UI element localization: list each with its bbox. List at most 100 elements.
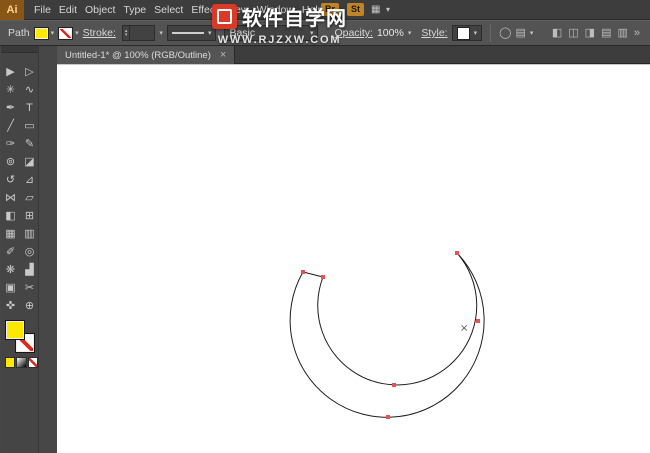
distribute-horizontal-icon[interactable]: ▤ xyxy=(601,27,611,39)
gradient-tool[interactable]: ▥ xyxy=(24,228,34,240)
style-swatch xyxy=(456,26,470,40)
menu-item-view[interactable]: View xyxy=(222,0,253,20)
selection-tool[interactable]: ▶ xyxy=(6,66,14,78)
options-dropdown-icon[interactable]: ▤ xyxy=(515,27,525,39)
crescent-path[interactable] xyxy=(289,252,485,418)
anchor-point[interactable] xyxy=(455,251,459,255)
more-controls-icon[interactable]: » xyxy=(634,27,640,39)
anchor-point[interactable] xyxy=(476,319,480,323)
artboard-tool[interactable]: ▣ xyxy=(5,282,15,294)
mesh-tool[interactable]: ▦ xyxy=(5,228,15,240)
document-area: Untitled-1* @ 100% (RGB/Outline) × × xyxy=(57,46,650,453)
anchor-point[interactable] xyxy=(392,383,396,387)
menu-item-effect[interactable]: Effect xyxy=(187,0,222,20)
style-chevron-icon[interactable]: ▾ xyxy=(474,30,478,37)
control-bar-right-icons: ◧ ◫ ◨ ▤ ▥ » xyxy=(552,27,644,39)
pen-tool[interactable]: ✒ xyxy=(6,102,15,114)
style-dropdown[interactable]: ▾ xyxy=(451,25,483,41)
brush-definition-dropdown[interactable]: Basic ▾ xyxy=(224,25,319,41)
recolor-artwork-icon[interactable]: ◯ xyxy=(499,27,511,39)
options-chevron-icon[interactable]: ▾ xyxy=(530,30,534,37)
menu-item-type[interactable]: Type xyxy=(119,0,150,20)
stroke-weight-down-icon[interactable]: ▾ xyxy=(125,33,128,38)
artwork-svg: × xyxy=(289,251,485,419)
eraser-tool[interactable]: ◪ xyxy=(24,156,34,168)
brush-definition-chevron-icon[interactable]: ▾ xyxy=(310,30,314,37)
menu-item-select[interactable]: Select xyxy=(150,0,187,20)
opacity-label[interactable]: Opacity: xyxy=(334,27,373,39)
none-mode-button[interactable] xyxy=(27,357,38,368)
align-horizontal-left-icon[interactable]: ◧ xyxy=(552,27,562,39)
perspective-grid-tool[interactable]: ⊞ xyxy=(25,210,34,222)
color-mode-button[interactable] xyxy=(5,357,16,368)
selection-type-label: Path xyxy=(8,27,30,39)
app-logo-icon: Ai xyxy=(0,0,24,20)
opacity-value[interactable]: 100% xyxy=(377,27,404,39)
opacity-dropdown-icon[interactable]: ▾ xyxy=(408,30,412,37)
zoom-tool[interactable]: ⊕ xyxy=(25,300,34,312)
stroke-color-control[interactable]: ▾ xyxy=(58,26,79,40)
stroke-color-swatch[interactable] xyxy=(58,26,74,40)
fill-stroke-indicator xyxy=(1,320,38,357)
line-segment-tool[interactable]: ╱ xyxy=(7,120,14,132)
tab-bar: Untitled-1* @ 100% (RGB/Outline) × xyxy=(57,46,650,64)
fill-color-swatch[interactable] xyxy=(33,26,49,40)
fill-color-control[interactable]: ▾ xyxy=(33,26,55,40)
direct-selection-tool[interactable]: ▷ xyxy=(25,66,33,78)
width-tool[interactable]: ⋈ xyxy=(5,192,16,204)
stock-button[interactable]: St xyxy=(347,3,364,16)
width-profile-chevron-icon[interactable]: ▾ xyxy=(208,30,212,37)
canvas-area[interactable]: × xyxy=(57,64,650,453)
menu-item-file[interactable]: File xyxy=(30,0,55,20)
align-horizontal-right-icon[interactable]: ◨ xyxy=(585,27,595,39)
menu-item-object[interactable]: Object xyxy=(81,0,119,20)
align-horizontal-center-icon[interactable]: ◫ xyxy=(568,27,578,39)
stroke-weight-label[interactable]: Stroke: xyxy=(83,27,116,39)
toolbar-grip[interactable] xyxy=(1,46,38,53)
lasso-tool[interactable]: ∿ xyxy=(25,84,34,96)
workspace-chevron-icon[interactable]: ▾ xyxy=(386,0,390,20)
rotate-tool[interactable]: ↺ xyxy=(6,174,15,186)
distribute-vertical-icon[interactable]: ▥ xyxy=(617,27,627,39)
blob-brush-tool[interactable]: ⊚ xyxy=(6,156,15,168)
column-graph-tool[interactable]: ▟ xyxy=(25,264,33,276)
tools-panel: ▶ ▷ ✳ ∿ ✒ T ╱ ▭ ✑ ✎ ⊚ ◪ ↺ ⊿ ⋈ ▱ ◧ ⊞ ▦ ▥ ✐ ◎ ❋ ▟ ▣ ✂ ✜ ⊕ xyxy=(1,46,39,453)
paint-mode-buttons xyxy=(1,357,38,368)
pencil-tool[interactable]: ✎ xyxy=(25,138,34,150)
stroke-dropdown-icon[interactable]: ▾ xyxy=(75,30,79,37)
width-profile-dropdown[interactable]: ▾ xyxy=(166,25,217,41)
hand-tool[interactable]: ✜ xyxy=(6,300,15,312)
magic-wand-tool[interactable]: ✳ xyxy=(6,84,15,96)
eyedropper-tool[interactable]: ✐ xyxy=(6,246,15,258)
shape-center-marker: × xyxy=(460,323,468,334)
blend-tool[interactable]: ◎ xyxy=(25,246,35,258)
free-transform-tool[interactable]: ▱ xyxy=(25,192,33,204)
shape-builder-tool[interactable]: ◧ xyxy=(5,210,15,222)
arrange-documents-icon[interactable]: ▦ xyxy=(371,0,380,20)
symbol-sprayer-tool[interactable]: ❋ xyxy=(6,264,15,276)
workspace: ▶ ▷ ✳ ∿ ✒ T ╱ ▭ ✑ ✎ ⊚ ◪ ↺ ⊿ ⋈ ▱ ◧ ⊞ ▦ ▥ ✐ ◎ ❋ ▟ ▣ ✂ ✜ ⊕ Untitled-1*… xyxy=(0,46,650,453)
stroke-weight-stepper[interactable]: ▴ ▾ xyxy=(121,25,156,41)
stroke-weight-arrows[interactable]: ▴ ▾ xyxy=(123,26,131,40)
slice-tool[interactable]: ✂ xyxy=(25,282,34,294)
anchor-point[interactable] xyxy=(321,275,325,279)
menu-item-edit[interactable]: Edit xyxy=(55,0,81,20)
fill-dropdown-icon[interactable]: ▾ xyxy=(51,30,55,37)
rectangle-tool[interactable]: ▭ xyxy=(24,120,34,132)
anchor-point[interactable] xyxy=(386,415,390,419)
menu-item-window[interactable]: Window xyxy=(253,0,298,20)
stroke-weight-field[interactable] xyxy=(130,26,154,40)
bridge-button[interactable]: Br xyxy=(321,3,340,16)
gradient-mode-button[interactable] xyxy=(16,357,27,368)
fill-indicator-swatch[interactable] xyxy=(5,320,25,340)
anchor-point[interactable] xyxy=(301,270,305,274)
paintbrush-tool[interactable]: ✑ xyxy=(6,138,15,150)
tab-close-icon[interactable]: × xyxy=(220,49,226,61)
document-tab[interactable]: Untitled-1* @ 100% (RGB/Outline) × xyxy=(57,46,236,64)
type-tool[interactable]: T xyxy=(26,102,33,114)
stroke-weight-dropdown-icon[interactable]: ▾ xyxy=(159,30,163,37)
scale-tool[interactable]: ⊿ xyxy=(25,174,34,186)
style-label[interactable]: Style: xyxy=(421,27,447,39)
tab-title: Untitled-1* @ 100% (RGB/Outline) xyxy=(65,49,211,61)
brush-definition-value: Basic xyxy=(229,27,256,39)
